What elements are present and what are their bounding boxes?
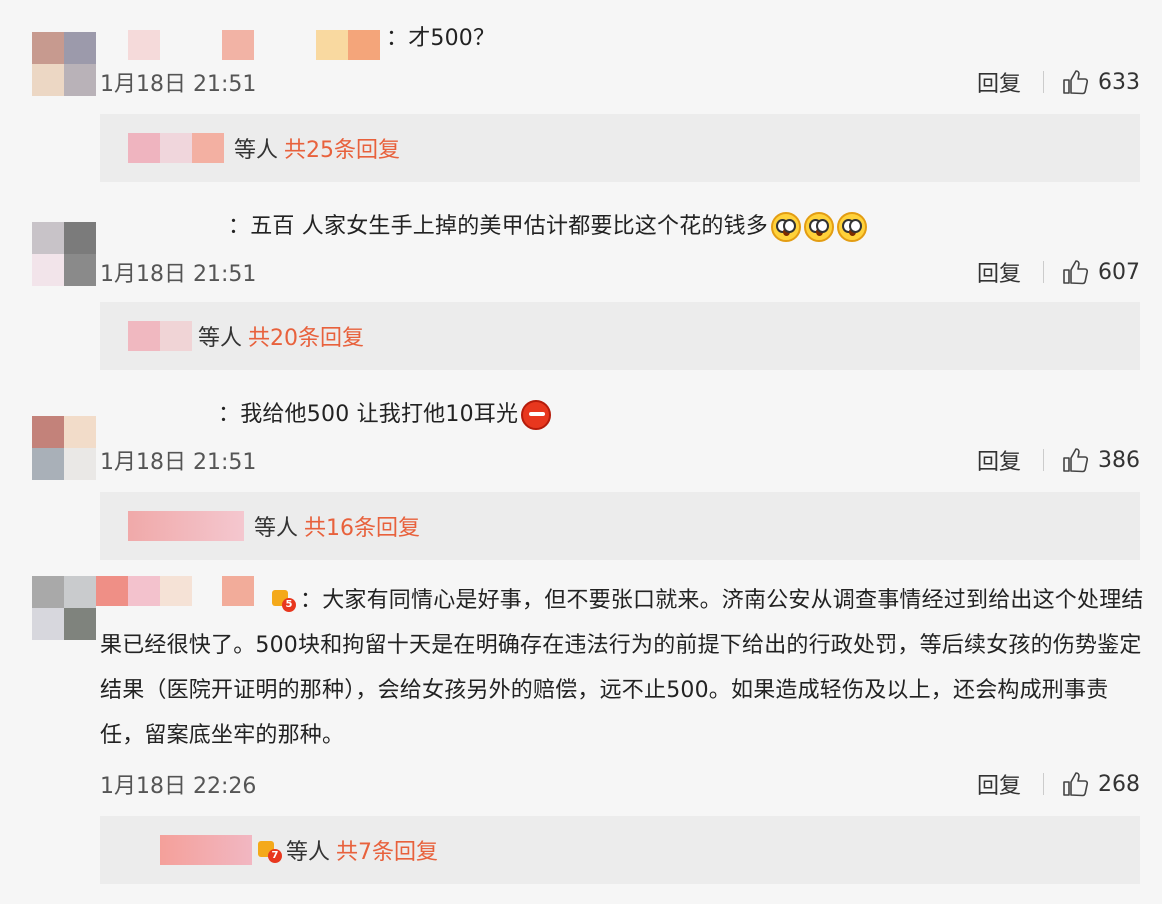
comment-time: 1月18日 21:51 [100, 262, 257, 287]
comment-item: ：我给他500 让我打他10耳光 1月18日 21:51 回复 386 等人 共… [0, 380, 1162, 568]
shocked-face-icon [804, 212, 834, 242]
avatar[interactable] [32, 576, 96, 640]
comment-actions: 回复 607 [977, 256, 1140, 288]
comment-actions: 回复 633 [977, 66, 1140, 98]
like-button[interactable]: 268 [1062, 771, 1140, 797]
angry-face-icon [521, 400, 552, 430]
comment-time: 1月18日 22:26 [100, 774, 257, 799]
thumbs-up-icon [1063, 70, 1088, 95]
replies-who: 等人 [198, 326, 243, 351]
like-count: 386 [1098, 447, 1140, 473]
comment-text-body: ：我给他500 让我打他10耳光 [218, 402, 519, 427]
comment-item: 5 ：大家有同情心是好事，但不要张口就来。济南公安从调查事情经过到给出这个处理结… [0, 568, 1162, 904]
divider [1043, 449, 1044, 471]
shocked-face-icon [837, 212, 867, 242]
thumbs-up-icon [1063, 260, 1088, 285]
replies-count-link[interactable]: 共16条回复 [304, 510, 420, 542]
replies-who: 等人 [234, 138, 279, 163]
like-button[interactable]: 386 [1062, 447, 1140, 473]
vip-badge-icon: 7 [256, 837, 282, 863]
reply-summary[interactable]: 等人 共16条回复 [100, 492, 1140, 560]
avatar[interactable] [32, 222, 96, 286]
comment-item: ：五百 人家女生手上掉的美甲估计都要比这个花的钱多 1月18日 21:51 回复… [0, 190, 1162, 380]
comment-text: ：才500？ [386, 26, 496, 51]
comment-actions: 回复 386 [977, 444, 1140, 476]
replier-avatars [128, 321, 192, 351]
replies-who: 等人 [286, 840, 331, 865]
reply-summary[interactable]: 7 等人 共7条回复 [100, 816, 1140, 884]
reply-summary[interactable]: 等人 共25条回复 [100, 114, 1140, 182]
replies-count-link[interactable]: 共25条回复 [284, 132, 400, 164]
reply-button[interactable]: 回复 [977, 66, 1021, 98]
reply-button[interactable]: 回复 [977, 256, 1021, 288]
divider [1043, 71, 1044, 93]
comment-item: ：才500？ 1月18日 21:51 回复 633 等人 共25条回复 [0, 0, 1162, 190]
like-button[interactable]: 633 [1062, 69, 1140, 95]
replies-count-link[interactable]: 共7条回复 [336, 834, 438, 866]
divider [1043, 261, 1044, 283]
like-count: 607 [1098, 259, 1140, 285]
divider [1043, 773, 1044, 795]
avatar[interactable] [32, 416, 96, 480]
replies-who: 等人 [254, 516, 299, 541]
comment-text: ：我给他500 让我打他10耳光 [218, 398, 552, 432]
comment-text-body: ：五百 人家女生手上掉的美甲估计都要比这个花的钱多 [228, 214, 768, 239]
thumbs-up-icon [1063, 448, 1088, 473]
replies-count-link[interactable]: 共20条回复 [248, 320, 364, 352]
comment-actions: 回复 268 [977, 768, 1140, 800]
replier-avatars [128, 133, 224, 163]
like-count: 268 [1098, 771, 1140, 797]
shocked-face-icon [771, 212, 801, 242]
comment-text: ：五百 人家女生手上掉的美甲估计都要比这个花的钱多 [228, 210, 867, 244]
replier-avatars [160, 835, 252, 865]
thumbs-up-icon [1063, 772, 1088, 797]
reply-button[interactable]: 回复 [977, 768, 1021, 800]
reply-button[interactable]: 回复 [977, 444, 1021, 476]
comment-time: 1月18日 21:51 [100, 450, 257, 475]
comment-time: 1月18日 21:51 [100, 72, 257, 97]
comment-text: ：大家有同情心是好事，但不要张口就来。济南公安从调查事情经过到给出这个处理结果已… [100, 578, 1150, 758]
like-button[interactable]: 607 [1062, 259, 1140, 285]
avatar[interactable] [32, 32, 96, 96]
username-blurred[interactable] [128, 30, 380, 60]
replier-avatars [128, 511, 244, 541]
reply-summary[interactable]: 等人 共20条回复 [100, 302, 1140, 370]
like-count: 633 [1098, 69, 1140, 95]
comment-text-body: ：大家有同情心是好事，但不要张口就来。济南公安从调查事情经过到给出这个处理结果已… [100, 588, 1144, 748]
